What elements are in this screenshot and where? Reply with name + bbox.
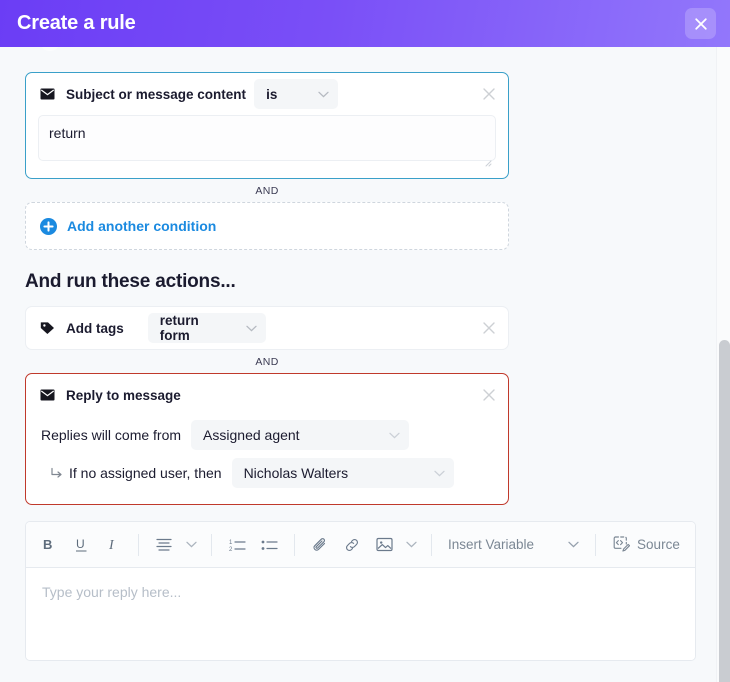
chevron-down-icon: [433, 470, 445, 477]
unordered-list-icon[interactable]: [254, 530, 284, 560]
reply-header-row: Reply to message: [26, 374, 508, 416]
tag-icon: [40, 321, 58, 335]
svg-text:I: I: [108, 538, 115, 552]
insert-variable-label: Insert Variable: [448, 537, 535, 552]
actions-heading: And run these actions...: [25, 271, 236, 292]
image-options-caret[interactable]: [401, 530, 421, 560]
tags-select[interactable]: return form: [147, 313, 266, 343]
remove-add-tags-button[interactable]: [482, 321, 496, 335]
modal-body: Subject or message content is return AND…: [0, 47, 730, 682]
and-divider-conditions: AND: [255, 185, 279, 197]
add-tags-label: Add tags: [66, 320, 124, 336]
and-divider-actions: AND: [255, 356, 279, 368]
plus-circle-icon: [40, 217, 57, 235]
align-options-caret[interactable]: [181, 530, 201, 560]
chevron-down-icon: [318, 91, 329, 98]
vertical-scrollbar[interactable]: [716, 47, 730, 682]
condition-operator-value: is: [266, 86, 278, 102]
svg-text:U: U: [76, 537, 85, 551]
svg-text:B: B: [43, 537, 52, 552]
scrolled-content-edge: [0, 47, 730, 59]
chevron-down-icon: [568, 541, 579, 548]
condition-header-row: Subject or message content is: [26, 73, 508, 115]
reply-card-spacer: [26, 492, 508, 504]
reply-from-row: Replies will come from Assigned agent: [26, 416, 508, 454]
remove-reply-action-button[interactable]: [482, 388, 496, 402]
condition-operator-select[interactable]: is: [254, 79, 339, 109]
bold-button[interactable]: B: [34, 530, 64, 560]
condition-value-wrap: [26, 115, 508, 178]
reply-fallback-label: If no assigned user, then: [69, 465, 222, 481]
reply-body-input[interactable]: Type your reply here...: [26, 568, 695, 660]
add-another-condition-label: Add another condition: [67, 218, 217, 234]
toolbar-divider: [211, 533, 212, 556]
reply-editor: B U I 1 2 Insert Variable Source Type yo…: [25, 521, 696, 661]
toolbar-divider: [431, 533, 432, 556]
svg-text:1: 1: [229, 540, 233, 546]
scrollbar-thumb[interactable]: [719, 340, 730, 682]
condition-card: Subject or message content is: [25, 72, 509, 179]
chevron-down-icon: [246, 325, 257, 332]
image-icon[interactable]: [369, 530, 399, 560]
envelope-icon: [40, 88, 58, 100]
remove-condition-button[interactable]: [482, 87, 496, 101]
reply-fallback-select[interactable]: Nicholas Walters: [231, 458, 454, 488]
envelope-icon: [40, 389, 58, 401]
page-title: Create a rule: [17, 12, 136, 34]
link-icon[interactable]: [337, 530, 367, 560]
reply-fallback-value: Nicholas Walters: [243, 465, 349, 481]
reply-from-label: Replies will come from: [41, 427, 182, 443]
align-left-icon[interactable]: [149, 530, 179, 560]
source-label: Source: [637, 537, 680, 552]
add-tags-card: Add tags return form: [25, 306, 509, 350]
rule-builder: Subject or message content is return AND…: [0, 59, 713, 661]
close-icon: [693, 16, 709, 32]
toolbar-divider: [138, 533, 139, 556]
underline-button[interactable]: U: [66, 530, 96, 560]
code-edit-icon: [612, 535, 631, 555]
add-condition-card[interactable]: Add another condition: [25, 202, 509, 250]
add-tags-row: Add tags return form: [26, 307, 508, 349]
source-button[interactable]: Source: [606, 530, 686, 560]
condition-label: Subject or message content: [66, 86, 247, 102]
italic-button[interactable]: I: [98, 530, 128, 560]
toolbar-divider: [595, 533, 597, 556]
tags-value: return form: [159, 313, 199, 343]
reply-label: Reply to message: [66, 387, 181, 403]
reply-fallback-row: If no assigned user, then Nicholas Walte…: [26, 454, 508, 492]
corner-down-right-icon: [50, 467, 63, 480]
condition-value-box: [38, 115, 496, 167]
close-button[interactable]: [685, 8, 716, 39]
ordered-list-icon[interactable]: 1 2: [222, 530, 252, 560]
reply-action-card: Reply to message Replies will come from …: [25, 373, 509, 505]
modal-header: Create a rule: [0, 0, 730, 47]
reply-from-select[interactable]: Assigned agent: [191, 420, 410, 450]
chevron-down-icon: [389, 432, 400, 439]
reply-from-value: Assigned agent: [203, 427, 300, 443]
add-another-condition-button[interactable]: Add another condition: [26, 203, 508, 249]
insert-variable-dropdown[interactable]: Insert Variable: [442, 530, 585, 560]
condition-value-input[interactable]: [38, 115, 496, 161]
toolbar-divider: [294, 533, 295, 556]
svg-text:2: 2: [229, 547, 233, 552]
editor-toolbar: B U I 1 2 Insert Variable Source: [26, 522, 695, 568]
paperclip-icon[interactable]: [305, 530, 335, 560]
